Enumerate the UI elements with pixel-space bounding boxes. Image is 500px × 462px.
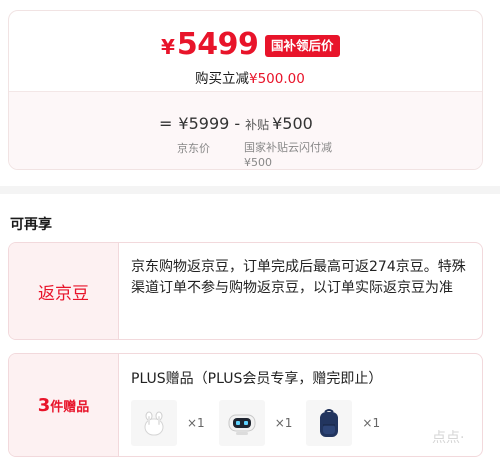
subsidy-caption: 国家补贴云闪付减¥500 [244,141,332,169]
price-summary-card: ¥ 5499 国补领后价 购买立减¥500.00 = ¥5999 - 补贴 ¥5… [8,10,483,170]
gift-title: PLUS赠品（PLUS会员专享，赠完即止） [131,371,383,387]
price-formula: = ¥5999 - 补贴 ¥500 [159,114,313,133]
final-price-value: 5499 [176,27,259,62]
watermark-text: 点点· [432,430,465,446]
jd-beans-body: 京东购物返京豆，订单完成后最高可返274京豆。特殊渠道订单不参与购物返京豆，以订… [119,243,482,339]
gift-count-suffix: 件赠品 [50,399,90,415]
gift-item[interactable]: ×1 [131,400,205,446]
instant-discount-label: 购买立减 [195,71,249,87]
gift-item[interactable]: ×1 [218,400,293,446]
final-price: ¥ 5499 [161,27,259,62]
gift-quantity: ×1 [187,416,205,430]
section-title: 可再享 [10,217,52,233]
backpack-icon [306,400,353,446]
jd-beans-benefit-card[interactable]: 返京豆 京东购物返京豆，订单完成后最高可返274京豆。特殊渠道订单不参与购物返京… [8,242,483,340]
gift-list: ×1 ×1 ×1 [131,400,482,446]
currency-symbol: ¥ [161,35,175,59]
equals-sign: = [159,114,173,133]
instant-discount: 购买立减¥500.00 [195,67,305,87]
gift-item[interactable]: ×1 [306,400,380,446]
price-headline: ¥ 5499 国补领后价 购买立减¥500.00 [9,11,482,89]
subsidy-price-badge: 国补领后价 [265,35,340,57]
robot-speaker-icon [218,400,265,446]
gifts-body: PLUS赠品（PLUS会员专享，赠完即止） ×1 ×1 ×1 [119,354,482,456]
earbuds-icon [131,400,177,446]
gifts-benefit-card[interactable]: 3 件赠品 PLUS赠品（PLUS会员专享，赠完即止） ×1 ×1 ×1 [8,353,483,457]
gift-quantity: ×1 [274,416,293,430]
gift-count-label: 3 件赠品 [9,354,119,456]
subsidy-value: ¥500 [272,114,313,133]
gift-count: 3 [37,394,51,416]
minus-sign: - [234,114,241,133]
instant-discount-amount: ¥500.00 [249,71,305,87]
jd-beans-label: 返京豆 [9,243,119,339]
subsidy-label: 补贴 [245,118,270,132]
jd-beans-description: 京东购物返京豆，订单完成后最高可返274京豆。特殊渠道订单不参与购物返京豆，以订… [131,259,466,296]
jd-price-caption: 京东价 [177,142,210,155]
section-separator [0,186,500,194]
jd-price-value: ¥5999 [178,114,230,133]
price-breakdown: = ¥5999 - 补贴 ¥500 京东价 国家补贴云闪付减¥500 [9,91,482,169]
gift-quantity: ×1 [362,416,381,430]
